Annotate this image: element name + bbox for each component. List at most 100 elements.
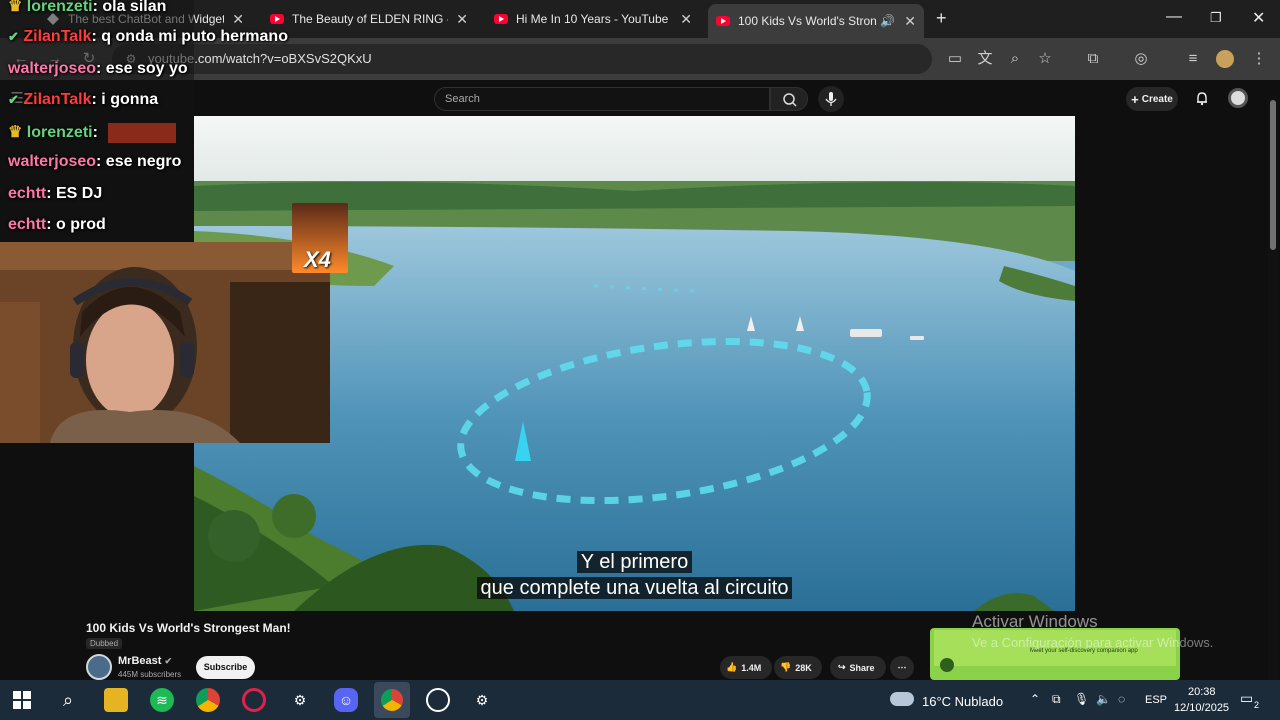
webcam-overlay [0,242,330,443]
notifications-count: 2 [1254,700,1260,710]
chat-message: ♛ lorenzeti: ola silan [8,0,167,15]
restore-button[interactable]: ❐ [1210,10,1222,26]
zoom-icon[interactable]: ⌕ [1006,50,1024,68]
tray-expand-icon[interactable]: ⌃ [1030,692,1040,706]
alert-badge-text: X4 [304,247,331,272]
activate-windows-hint: Ve a Configuración para activar Windows. [972,635,1214,650]
like-button[interactable]: 👍 1.4M [720,656,772,679]
notifications-bell-icon[interactable] [1194,90,1210,106]
tab-100-kids[interactable]: 100 Kids Vs World's Stronge 🔊 ✕ [708,4,924,38]
file-explorer-icon[interactable] [104,688,128,712]
dislike-count: 28K [795,662,812,673]
opera-icon[interactable] [242,688,266,712]
activate-windows-title: Activar Windows [972,612,1098,631]
close-tab-icon[interactable]: ✕ [896,13,916,30]
share-button[interactable]: ↪ Share [830,656,886,679]
screen: The best ChatBot and Widgets ✕ The Beaut… [0,0,1280,720]
youtube-favicon-icon [716,16,730,26]
chat-message: echtt: o prod [8,216,106,233]
install-app-icon[interactable]: ▭ [946,50,964,68]
youtube-favicon-icon [494,14,508,24]
create-label: Create [1141,93,1173,105]
weather-cloud-icon[interactable] [890,692,914,706]
subtitle-line-1: Y el primero [194,551,1075,574]
chat-message: walterjoseo: ese soy yo [8,60,188,77]
meet-now-icon[interactable]: ⧉ [1052,692,1061,707]
thumbs-up-icon: 👍 [726,662,738,672]
chat-message: ✔ ZilanTalk: q onda mi puto hermano [8,28,288,45]
menu-kebab-icon[interactable]: ⋮ [1250,50,1268,68]
dislike-button[interactable]: 👎 28K [774,656,822,679]
close-window-button[interactable]: ✕ [1252,8,1265,28]
subscriber-count: 445M subscribers [118,670,182,679]
close-tab-icon[interactable]: ✕ [448,11,468,28]
close-tab-icon[interactable]: ✕ [672,11,692,28]
voice-search-button[interactable] [818,86,844,112]
language-indicator[interactable]: ESP [1145,694,1167,706]
account-avatar[interactable] [1228,88,1248,108]
check-badge-icon: ✔ [8,92,19,107]
dubbed-badge: Dubbed [86,638,123,649]
create-button[interactable]: + Create [1126,87,1178,111]
subtitle-line-2: que complete una vuelta al circuito [194,577,1075,600]
media-controls-icon[interactable]: ≡ [1184,50,1202,68]
verified-check-icon: ✔ [164,656,173,666]
steam-client-icon[interactable]: ⚙ [470,688,494,712]
more-actions-button[interactable]: ⋯ [890,656,914,679]
microphone-tray-icon[interactable]: 🎙 [1074,692,1089,706]
recommendations-panel [1075,116,1280,611]
channel-name[interactable]: MrBeast ✔ [118,655,172,667]
clock-time[interactable]: 20:38 [1188,686,1216,698]
minimize-button[interactable]: — [1166,8,1182,26]
tab-title: Hi Me In 10 Years - YouTube [516,12,669,26]
spotify-icon[interactable]: ≋ [150,688,174,712]
tab-title: The Beauty of ELDEN RING - Yo [292,12,448,26]
chrome-icon[interactable] [196,688,220,712]
like-count: 1.4M [741,662,762,673]
search-icon [783,93,797,107]
weather-text[interactable]: 16°C Nublado [922,694,1003,709]
screenshot-icon[interactable]: ◎ [1132,50,1150,68]
chat-message: ✔ ZilanTalk: i gonna [8,91,159,108]
clock-date[interactable]: 12/10/2025 [1174,702,1229,714]
thumbs-down-icon: 👎 [780,662,792,672]
new-tab-button[interactable]: + [936,8,947,29]
chat-message: ♛ lorenzeti: [8,122,177,143]
tab-title: 100 Kids Vs World's Stronge [738,14,876,28]
ad-logo-icon [940,658,954,672]
scrollbar-thumb[interactable] [1270,100,1276,250]
video-title: 100 Kids Vs World's Strongest Man! [86,621,291,635]
plus-icon: + [1131,91,1139,107]
check-badge-icon: ✔ [8,29,19,44]
notifications-center-icon[interactable]: ▭ [1240,690,1253,707]
close-tab-icon[interactable]: ✕ [224,11,244,28]
tab-elden-ring[interactable]: The Beauty of ELDEN RING - Yo ✕ [262,6,476,32]
volume-icon[interactable]: 🔈 [1096,692,1111,706]
chrome-icon [381,689,403,711]
audio-playing-icon[interactable]: 🔊 [880,14,895,28]
tab-hi-me[interactable]: Hi Me In 10 Years - YouTube ✕ [486,6,700,32]
chat-message: echtt: ES DJ [8,185,103,202]
chat-message: walterjoseo: ese negro [8,153,182,170]
extensions-icon[interactable]: ⧉ [1084,50,1102,68]
windows-start-icon[interactable] [10,688,34,712]
profile-avatar-icon[interactable] [1216,50,1234,68]
share-label: Share [849,662,875,673]
bookmark-star-icon[interactable]: ☆ [1036,50,1054,68]
steam-icon[interactable]: ⚙ [288,688,312,712]
channel-avatar[interactable] [86,654,112,680]
crown-badge-icon: ♛ [8,124,23,141]
microphone-icon [825,92,837,106]
webcam-streamer-image [0,242,330,443]
network-icon[interactable]: ◌ [1118,692,1125,706]
discord-icon[interactable]: ☺ [334,688,358,712]
search-input[interactable]: Search [434,87,770,111]
chrome-active-taskbar-button[interactable] [374,682,410,718]
translate-icon[interactable]: 文 [976,50,994,68]
search-button[interactable] [770,87,808,111]
obs-icon[interactable] [426,688,450,712]
subscribe-button[interactable]: Subscribe [196,656,255,679]
share-icon: ↪ [838,662,846,672]
crown-badge-icon: ♛ [8,0,23,15]
search-taskbar-icon[interactable]: ⌕ [56,688,80,712]
